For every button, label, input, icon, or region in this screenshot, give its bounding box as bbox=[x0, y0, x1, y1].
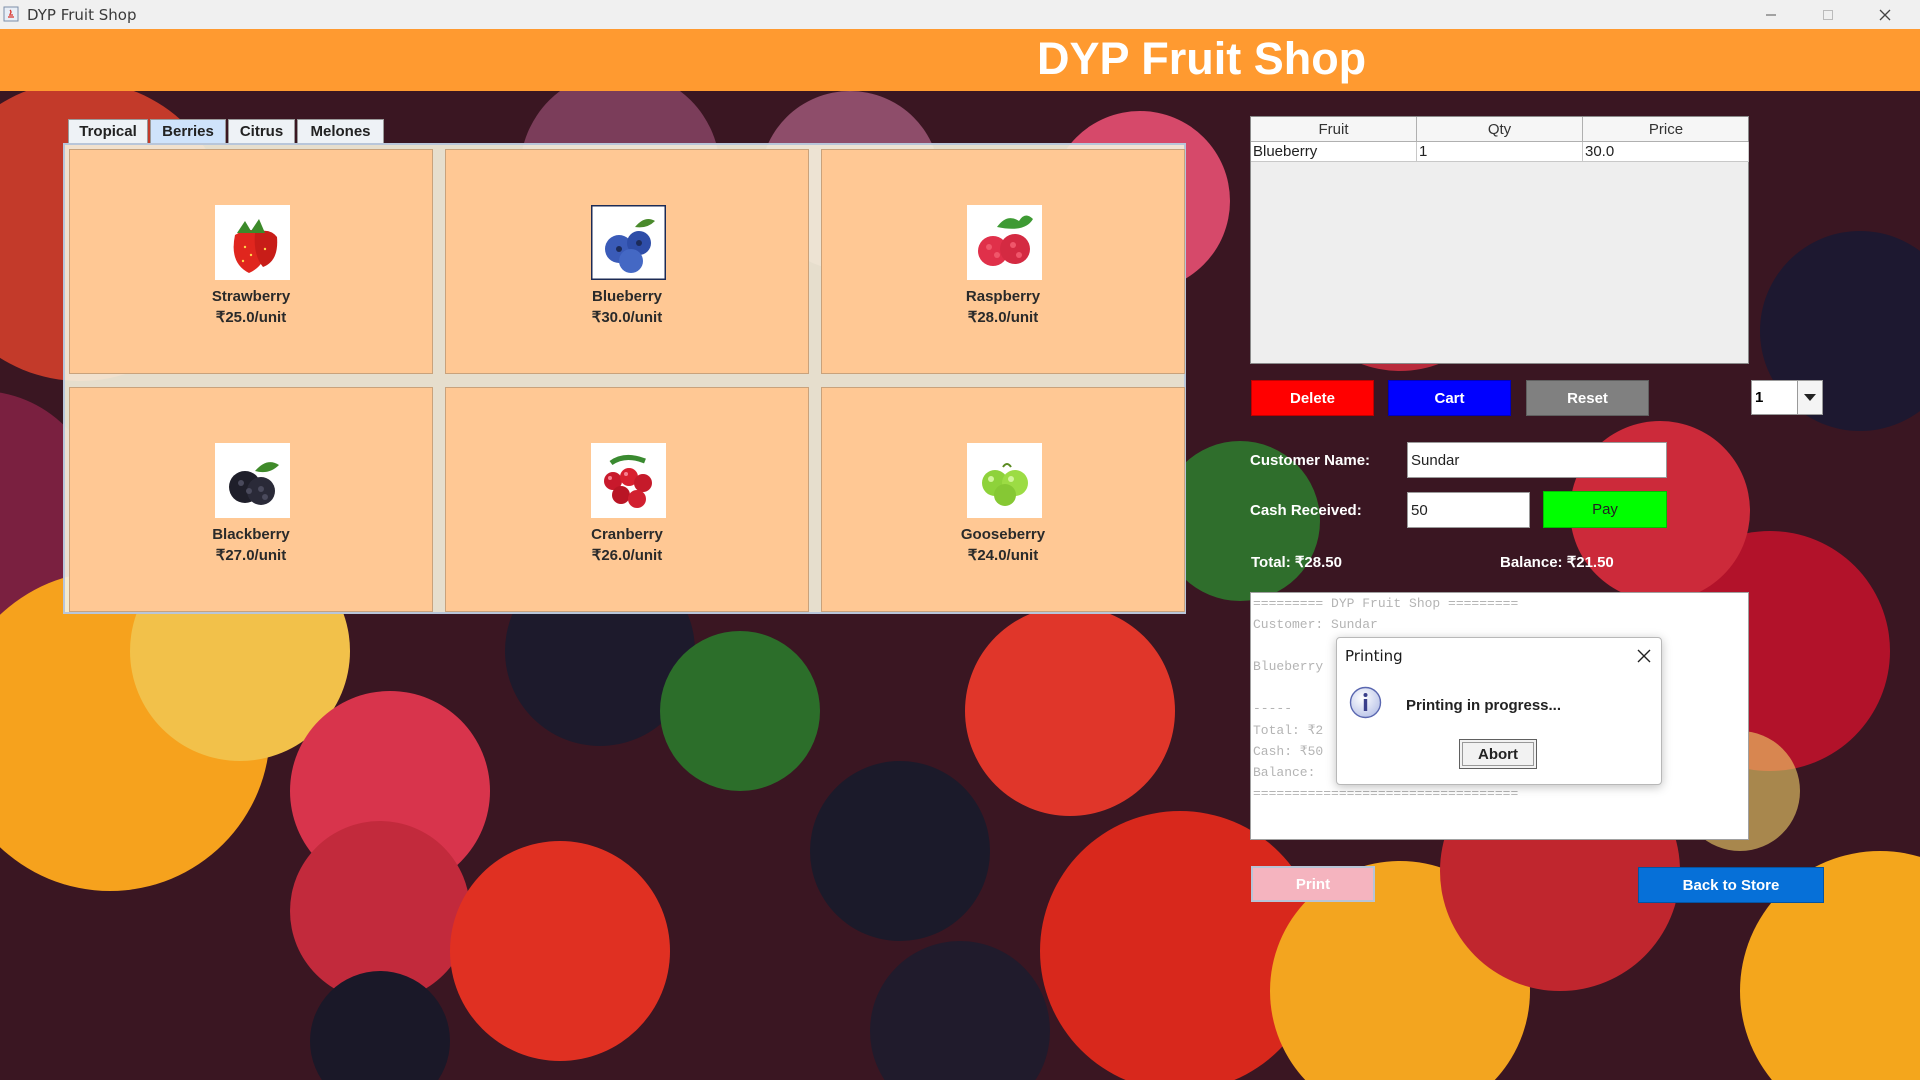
minimize-icon[interactable] bbox=[1743, 0, 1799, 29]
tab-tropical[interactable]: Tropical bbox=[68, 119, 148, 143]
fruit-card-raspberry[interactable]: Raspberry ₹28.0/unit bbox=[821, 149, 1185, 374]
cart-table-header: Fruit Qty Price bbox=[1251, 117, 1748, 142]
customer-name-input[interactable]: Sundar bbox=[1407, 442, 1667, 478]
receipt-line: Cash: ₹50 bbox=[1253, 744, 1324, 759]
cranberry-icon bbox=[591, 443, 666, 518]
cell-fruit[interactable]: Blueberry bbox=[1251, 142, 1417, 162]
java-app-icon bbox=[3, 6, 19, 22]
print-button[interactable]: Print bbox=[1251, 866, 1375, 902]
dialog-title: Printing bbox=[1345, 647, 1403, 665]
receipt-line: Balance: bbox=[1253, 765, 1316, 780]
receipt-line: Blueberry bbox=[1253, 659, 1324, 674]
info-icon bbox=[1349, 686, 1382, 719]
cart-button[interactable]: Cart bbox=[1388, 380, 1511, 416]
close-icon[interactable] bbox=[1857, 0, 1913, 29]
quantity-value: 1 bbox=[1755, 389, 1764, 406]
receipt-line: ========= DYP Fruit Shop ========= bbox=[1253, 596, 1519, 611]
abort-button[interactable]: Abort bbox=[1459, 739, 1537, 769]
receipt-line: ----- bbox=[1253, 701, 1293, 716]
fruit-name: Raspberry bbox=[965, 288, 1041, 305]
column-header-price[interactable]: Price bbox=[1583, 117, 1749, 142]
pay-button[interactable]: Pay bbox=[1543, 491, 1667, 528]
delete-button[interactable]: Delete bbox=[1251, 380, 1374, 416]
shop-header: DYP Fruit Shop bbox=[0, 29, 1920, 91]
reset-button[interactable]: Reset bbox=[1526, 380, 1649, 416]
tab-berries[interactable]: Berries bbox=[150, 119, 226, 143]
fruit-card-blackberry[interactable]: Blackberry ₹27.0/unit bbox=[69, 387, 433, 612]
printing-dialog: Printing Printing in progress... Abort bbox=[1336, 637, 1662, 785]
blackberry-icon bbox=[215, 443, 290, 518]
fruit-price: ₹27.0/unit bbox=[215, 547, 287, 564]
fruit-price: ₹30.0/unit bbox=[591, 309, 663, 326]
fruit-name: Blackberry bbox=[212, 526, 290, 543]
quantity-dropdown[interactable]: 1 bbox=[1751, 380, 1823, 415]
close-icon[interactable] bbox=[1634, 646, 1654, 666]
fruit-price: ₹25.0/unit bbox=[215, 309, 287, 326]
fruit-card-strawberry[interactable]: Strawberry ₹25.0/unit bbox=[69, 149, 433, 374]
tab-melones[interactable]: Melones bbox=[297, 119, 384, 143]
balance-label: Balance: ₹21.50 bbox=[1500, 554, 1614, 571]
fruit-card-cranberry[interactable]: Cranberry ₹26.0/unit bbox=[445, 387, 809, 612]
fruit-price: ₹24.0/unit bbox=[967, 547, 1039, 564]
cell-qty[interactable]: 1 bbox=[1417, 142, 1583, 162]
fruit-price: ₹26.0/unit bbox=[591, 547, 663, 564]
cart-table[interactable]: Fruit Qty Price Blueberry 1 30.0 bbox=[1250, 116, 1749, 364]
raspberry-icon bbox=[967, 205, 1042, 280]
fruit-price: ₹28.0/unit bbox=[967, 309, 1039, 326]
window-titlebar: DYP Fruit Shop bbox=[0, 0, 1920, 29]
strawberry-icon bbox=[215, 205, 290, 280]
fruit-card-gooseberry[interactable]: Gooseberry ₹24.0/unit bbox=[821, 387, 1185, 612]
fruit-name: Strawberry bbox=[211, 288, 291, 305]
blueberry-icon bbox=[591, 205, 666, 280]
receipt-line: ================================== bbox=[1253, 786, 1519, 801]
gooseberry-icon bbox=[967, 443, 1042, 518]
chevron-down-icon[interactable] bbox=[1797, 381, 1822, 414]
column-header-qty[interactable]: Qty bbox=[1417, 117, 1583, 142]
fruit-grid-panel: Strawberry ₹25.0/unit Blueberry ₹30.0/un… bbox=[63, 143, 1186, 614]
cash-received-label: Cash Received: bbox=[1250, 502, 1362, 519]
fruit-name: Cranberry bbox=[591, 526, 663, 543]
column-header-fruit[interactable]: Fruit bbox=[1251, 117, 1417, 142]
customer-name-label: Customer Name: bbox=[1250, 452, 1371, 469]
tab-citrus[interactable]: Citrus bbox=[228, 119, 295, 143]
window-title: DYP Fruit Shop bbox=[27, 6, 137, 24]
cash-received-input[interactable]: 50 bbox=[1407, 492, 1530, 528]
fruit-card-blueberry[interactable]: Blueberry ₹30.0/unit bbox=[445, 149, 809, 374]
receipt-line: Customer: Sundar bbox=[1253, 617, 1378, 632]
fruit-name: Gooseberry bbox=[960, 526, 1046, 543]
dialog-message: Printing in progress... bbox=[1406, 697, 1562, 714]
receipt-line: Total: ₹2 bbox=[1253, 723, 1324, 738]
maximize-icon[interactable] bbox=[1800, 0, 1856, 29]
total-label: Total: ₹28.50 bbox=[1251, 554, 1342, 571]
cell-price[interactable]: 30.0 bbox=[1583, 142, 1749, 162]
shop-title: DYP Fruit Shop bbox=[1037, 33, 1367, 84]
back-to-store-button[interactable]: Back to Store bbox=[1638, 867, 1824, 903]
fruit-name: Blueberry bbox=[591, 288, 663, 305]
